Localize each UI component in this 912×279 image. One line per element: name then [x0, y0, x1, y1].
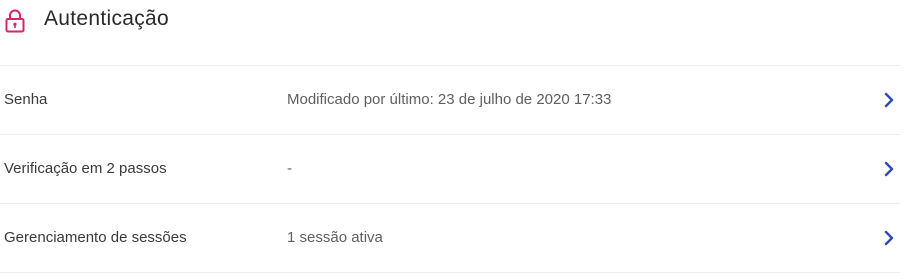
chevron-right-icon[interactable] — [884, 92, 894, 108]
two-step-verification-label: Verificação em 2 passos — [4, 160, 167, 177]
authentication-settings-list: Senha Modificado por último: 23 de julho… — [0, 65, 900, 273]
chevron-right-icon[interactable] — [884, 161, 894, 177]
password-last-modified: Modificado por último: 23 de julho de 20… — [287, 91, 612, 108]
active-sessions-count: 1 sessão ativa — [287, 229, 383, 246]
password-row[interactable]: Senha Modificado por último: 23 de julho… — [0, 66, 900, 134]
two-step-verification-row[interactable]: Verificação em 2 passos - — [0, 135, 900, 203]
session-management-label: Gerenciamento de sessões — [4, 229, 187, 246]
lock-icon — [5, 9, 25, 33]
chevron-right-icon[interactable] — [884, 230, 894, 246]
session-management-row[interactable]: Gerenciamento de sessões 1 sessão ativa — [0, 204, 900, 272]
divider — [0, 272, 900, 273]
password-label: Senha — [4, 91, 48, 108]
two-step-verification-status: - — [287, 160, 292, 177]
section-title: Autenticação — [44, 7, 170, 30]
